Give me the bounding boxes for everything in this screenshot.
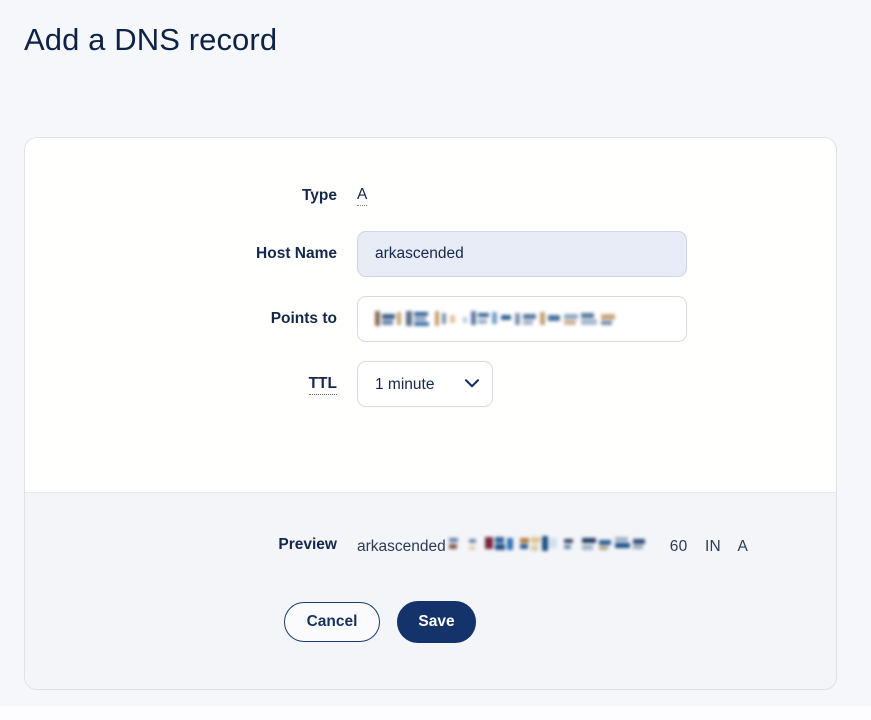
preview-record-type: A	[737, 538, 749, 555]
preview-row: Preview arkascended 60 IN A	[25, 533, 836, 556]
label-ttl-text: TTL	[308, 374, 337, 395]
field-row-type: Type A	[25, 182, 836, 210]
preview-record-class: IN	[704, 538, 721, 555]
label-ttl: TTL	[25, 374, 357, 395]
label-points-to: Points to	[270, 309, 337, 327]
control-host-name	[357, 231, 687, 277]
preview-domain-redacted	[447, 536, 661, 554]
page-title: Add a DNS record	[24, 22, 278, 57]
points-to-input[interactable]	[357, 296, 687, 342]
cancel-button[interactable]: Cancel	[284, 602, 380, 642]
control-ttl: 1 minute	[357, 361, 493, 407]
preview-host: arkascended	[357, 538, 446, 555]
field-row-host-name: Host Name	[25, 231, 836, 277]
label-type: Type	[301, 186, 337, 204]
preview-label: Preview	[278, 535, 337, 553]
button-row: Cancel Save	[284, 601, 476, 643]
card-footer: Preview arkascended 60 IN A Cancel Save	[25, 492, 836, 689]
save-button[interactable]: Save	[397, 601, 476, 643]
field-row-points-to: Points to	[25, 296, 836, 342]
ttl-select[interactable]: 1 minute	[357, 361, 493, 407]
control-points-to	[357, 296, 687, 342]
card-body: Type A Host Name Points to	[25, 138, 836, 492]
field-row-ttl: TTL 1 minute	[25, 361, 836, 407]
preview-ttl-seconds: 60	[669, 538, 688, 555]
host-name-input[interactable]	[357, 231, 687, 277]
bottom-strip	[0, 706, 871, 720]
preview-tail: 60 IN A	[670, 538, 748, 556]
control-type: A	[357, 186, 368, 206]
value-type: A	[357, 186, 368, 206]
label-host-name: Host Name	[256, 244, 337, 262]
dns-record-card: Type A Host Name Points to	[24, 137, 837, 690]
preview-value: arkascended 60 IN A	[357, 533, 748, 556]
